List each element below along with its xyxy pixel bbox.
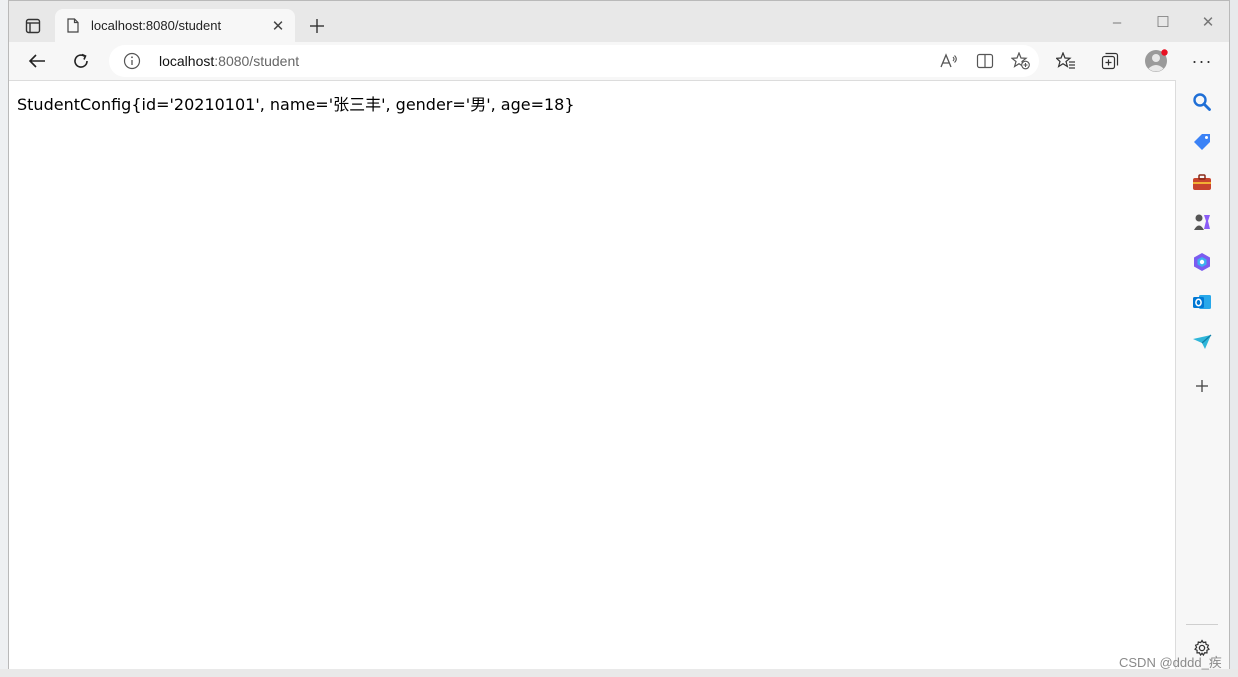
browser-window: localhost:8080/student ✕ – ☐ ✕ localhost… (8, 0, 1230, 669)
office-icon[interactable] (1188, 248, 1216, 276)
send-icon[interactable] (1188, 328, 1216, 356)
back-arrow-icon (28, 54, 45, 68)
maximize-button[interactable]: ☐ (1140, 9, 1186, 35)
title-bar: localhost:8080/student ✕ – ☐ ✕ (9, 1, 1229, 42)
reload-button[interactable] (65, 46, 97, 76)
background-window-left (0, 0, 8, 677)
avatar (1145, 49, 1168, 72)
shopping-tag-icon[interactable] (1188, 128, 1216, 156)
page-content: StudentConfig{id='20210101', name='张三丰',… (9, 80, 1176, 669)
sidebar-divider (1186, 624, 1218, 625)
response-text: StudentConfig{id='20210101', name='张三丰',… (17, 95, 575, 114)
tab-active[interactable]: localhost:8080/student ✕ (55, 9, 295, 42)
tab-actions-button[interactable] (19, 13, 47, 39)
tab-actions-icon (25, 18, 41, 34)
add-favorite-icon[interactable] (1003, 52, 1039, 70)
toolbar: localhost:8080/student ··· (9, 42, 1229, 80)
read-aloud-icon[interactable] (931, 53, 967, 69)
tab-title: localhost:8080/student (91, 18, 222, 33)
reload-icon (74, 53, 88, 68)
split-screen-icon[interactable] (967, 53, 1003, 69)
url-host: localhost (159, 53, 215, 69)
new-tab-button[interactable] (305, 14, 329, 38)
collections-icon (1101, 52, 1119, 70)
background-window-right (1230, 0, 1238, 677)
background-window-bottom (0, 669, 1238, 677)
collections-button[interactable] (1093, 46, 1127, 76)
url-text[interactable]: localhost:8080/student (159, 53, 931, 69)
address-bar[interactable]: localhost:8080/student (109, 45, 1039, 77)
plus-icon (310, 19, 324, 33)
back-button[interactable] (21, 46, 53, 76)
outlook-icon[interactable] (1188, 288, 1216, 316)
page-icon (67, 18, 81, 34)
tab-close-icon[interactable]: ✕ (267, 17, 289, 35)
site-info-icon[interactable] (123, 52, 151, 70)
minimize-button[interactable]: – (1094, 9, 1140, 35)
profile-button[interactable] (1139, 46, 1173, 76)
tools-briefcase-icon[interactable] (1188, 168, 1216, 196)
url-path: :8080/student (214, 53, 300, 69)
games-icon[interactable] (1188, 208, 1216, 236)
close-window-button[interactable]: ✕ (1185, 9, 1231, 35)
watermark-text: CSDN @dddd_疾 (1119, 655, 1222, 670)
search-icon[interactable] (1188, 88, 1216, 116)
more-menu-button[interactable]: ··· (1185, 46, 1219, 76)
edge-sidebar (1176, 80, 1229, 669)
favorites-button[interactable] (1049, 46, 1083, 76)
add-icon[interactable] (1188, 372, 1216, 400)
favorites-icon (1056, 52, 1075, 69)
